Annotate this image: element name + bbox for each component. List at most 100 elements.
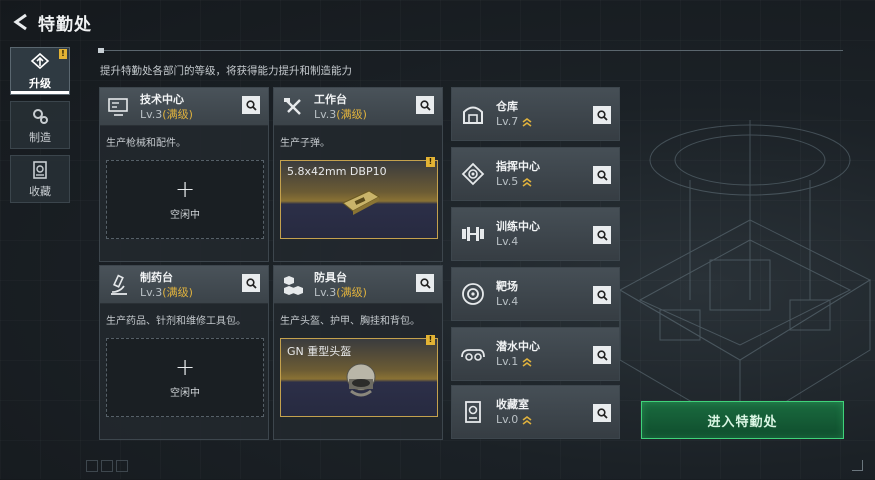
- workshop-card-tech-center[interactable]: 技术中心 Lv.3(满级) 生产枪械和配件。 + 空闲中: [99, 87, 269, 262]
- workshop-card-workbench[interactable]: 工作台 Lv.3(满级) 生产子弹。 ! 5.8x42mm DBP10: [273, 87, 443, 262]
- facility-row-diving-center[interactable]: 潜水中心 Lv.1: [451, 327, 620, 381]
- workshop-card-pharmacy[interactable]: 制药台 Lv.3(满级) 生产药品、针剂和维修工具包。 + 空闲中: [99, 265, 269, 440]
- upgrade-available-icon: [522, 357, 532, 367]
- details-button[interactable]: [593, 106, 611, 124]
- details-button[interactable]: [593, 404, 611, 422]
- workshop-description: 生产头盔、护甲、胸挂和背包。: [280, 316, 420, 327]
- sidebar-tab-craft[interactable]: 制造: [10, 101, 70, 149]
- ready-badge: !: [426, 157, 435, 167]
- collection-room-icon: [458, 397, 488, 427]
- facility-row-shooting-range[interactable]: 靶场 Lv.4: [451, 267, 620, 321]
- idle-label: 空闲中: [170, 388, 200, 399]
- card-header: 技术中心 Lv.3(满级): [100, 88, 268, 126]
- search-icon: [596, 169, 608, 181]
- workshop-description: 生产药品、针剂和维修工具包。: [106, 316, 246, 327]
- sidebar-tab-collection[interactable]: 收藏: [10, 155, 70, 203]
- max-level-tag: (满级): [162, 107, 193, 121]
- facility-row-training-center[interactable]: 训练中心 Lv.4: [451, 207, 620, 261]
- ready-badge: !: [426, 335, 435, 345]
- details-button[interactable]: [242, 274, 260, 292]
- details-button[interactable]: [593, 166, 611, 184]
- details-button[interactable]: [593, 346, 611, 364]
- search-icon: [245, 99, 257, 111]
- helmet-icon: [346, 363, 376, 397]
- search-icon: [596, 407, 608, 419]
- facility-name: 训练中心: [496, 220, 540, 233]
- search-icon: [245, 277, 257, 289]
- command-center-icon: [458, 159, 488, 189]
- workshop-name: 制药台: [140, 270, 173, 284]
- facility-row-command-center[interactable]: 指挥中心 Lv.5: [451, 147, 620, 201]
- facility-level: Lv.4: [496, 235, 519, 248]
- details-button[interactable]: [416, 96, 434, 114]
- workshop-level: Lv.3: [140, 285, 163, 299]
- decor-square: [116, 460, 128, 472]
- search-icon: [419, 99, 431, 111]
- details-button[interactable]: [242, 96, 260, 114]
- workshop-name: 工作台: [314, 92, 347, 106]
- facility-row-collection-room[interactable]: 收藏室 Lv.0: [451, 385, 620, 439]
- production-slot-active[interactable]: ! GN 重型头盔: [280, 335, 438, 417]
- sidebar-tab-label: 收藏: [29, 184, 51, 198]
- product-name: GN 重型头盔: [287, 345, 352, 358]
- collection-icon: [33, 160, 47, 179]
- computer-icon: [106, 94, 132, 120]
- decor-corner: [852, 460, 863, 471]
- back-button[interactable]: [10, 11, 32, 33]
- max-level-tag: (满级): [162, 285, 193, 299]
- notification-badge: !: [59, 49, 67, 59]
- max-level-tag: (满级): [336, 107, 367, 121]
- facility-name: 仓库: [496, 100, 518, 113]
- armor-cubes-icon: [280, 272, 306, 298]
- page-title: 特勤处: [38, 14, 92, 35]
- workshop-level: Lv.3: [314, 107, 337, 121]
- production-slot-active[interactable]: ! 5.8x42mm DBP10: [280, 157, 438, 239]
- card-header: 防具台 Lv.3(满级): [274, 266, 442, 304]
- tools-icon: [280, 94, 306, 120]
- production-slot-empty[interactable]: + 空闲中: [106, 160, 264, 239]
- facility-name: 靶场: [496, 280, 518, 293]
- diving-mask-icon: [458, 339, 488, 369]
- dumbbell-icon: [458, 219, 488, 249]
- search-icon: [596, 229, 608, 241]
- ammo-box-icon: [342, 190, 381, 215]
- card-header: 制药台 Lv.3(满级): [100, 266, 268, 304]
- facility-level: Lv.7: [496, 115, 519, 128]
- workshop-description: 生产子弹。: [280, 138, 330, 149]
- microscope-icon: [106, 272, 132, 298]
- sidebar-tab-label: 升级: [29, 76, 51, 90]
- max-level-tag: (满级): [336, 285, 367, 299]
- product-name: 5.8x42mm DBP10: [287, 165, 387, 178]
- idle-label: 空闲中: [170, 210, 200, 221]
- upgrade-available-icon: [522, 415, 532, 425]
- top-bar: 特勤处: [0, 0, 875, 44]
- details-button[interactable]: [593, 286, 611, 304]
- production-slot-empty[interactable]: + 空闲中: [106, 338, 264, 417]
- header-divider: [98, 48, 843, 53]
- facility-row-warehouse[interactable]: 仓库 Lv.7: [451, 87, 620, 141]
- back-arrow-icon: [13, 13, 27, 31]
- workshop-card-armor-bench[interactable]: 防具台 Lv.3(满级) 生产头盔、护甲、胸挂和背包。 ! GN 重型头盔: [273, 265, 443, 440]
- enter-special-ops-button[interactable]: 进入特勤处: [641, 401, 844, 439]
- target-icon: [458, 279, 488, 309]
- search-icon: [596, 109, 608, 121]
- upgrade-available-icon: [522, 177, 532, 187]
- search-icon: [419, 277, 431, 289]
- facility-level: Lv.5: [496, 175, 519, 188]
- sidebar-tab-upgrade[interactable]: ! 升级: [10, 47, 70, 95]
- upgrade-icon: [30, 52, 50, 69]
- card-header: 工作台 Lv.3(满级): [274, 88, 442, 126]
- workshop-level: Lv.3: [140, 107, 163, 121]
- sidebar: ! 升级 制造 收藏: [10, 47, 72, 209]
- workshop-description: 生产枪械和配件。: [106, 138, 186, 149]
- search-icon: [596, 289, 608, 301]
- decor-square: [86, 460, 98, 472]
- workshop-name: 防具台: [314, 270, 347, 284]
- gears-icon: [33, 108, 48, 124]
- search-icon: [596, 349, 608, 361]
- facility-name: 潜水中心: [496, 340, 540, 353]
- details-button[interactable]: [593, 226, 611, 244]
- sidebar-tab-label: 制造: [29, 130, 51, 144]
- upgrade-available-icon: [522, 117, 532, 127]
- details-button[interactable]: [416, 274, 434, 292]
